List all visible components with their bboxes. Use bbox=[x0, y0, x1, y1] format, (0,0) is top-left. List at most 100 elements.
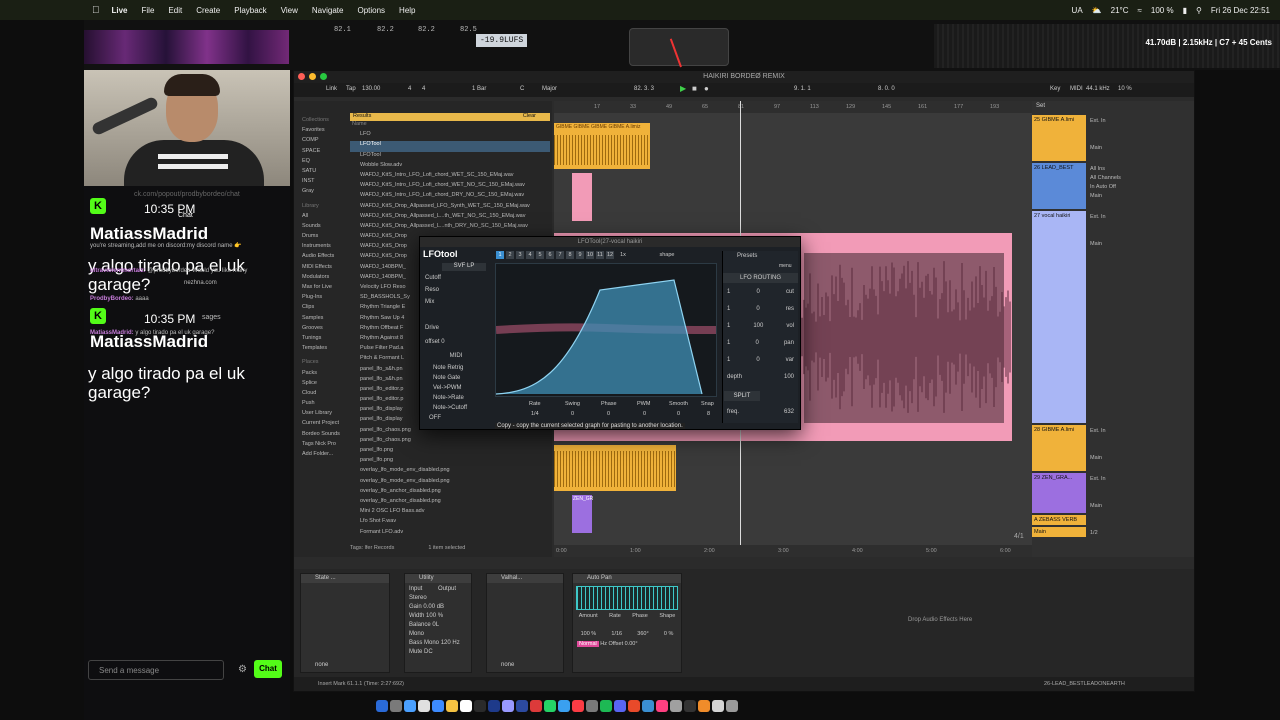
result-row[interactable]: Formant LFO.adv bbox=[350, 529, 550, 539]
appstore-icon[interactable] bbox=[432, 700, 444, 712]
track-output[interactable]: Main bbox=[1090, 144, 1106, 153]
loop-start-field[interactable]: 9. 1. 1 bbox=[794, 86, 811, 92]
browser-place-item[interactable]: Max for Live bbox=[294, 284, 348, 294]
graph-tab[interactable]: 12 bbox=[606, 251, 614, 259]
device-valhalla[interactable]: Valhal... none bbox=[486, 573, 564, 673]
notes-icon[interactable] bbox=[446, 700, 458, 712]
routing-value[interactable]: 0 bbox=[756, 289, 759, 295]
play-icon[interactable]: ▶ bbox=[680, 84, 686, 93]
browser-place-item[interactable]: Packs bbox=[294, 370, 348, 380]
menu-edit[interactable]: Edit bbox=[168, 6, 182, 15]
result-row[interactable]: Mini 2 OSC LFO Bass.adv bbox=[350, 508, 550, 518]
split-button[interactable]: SPLIT bbox=[724, 391, 760, 401]
calendar-icon[interactable] bbox=[460, 700, 472, 712]
track-output[interactable]: Main bbox=[1090, 502, 1106, 511]
settings-icon[interactable] bbox=[586, 700, 598, 712]
depth-value[interactable]: 100 bbox=[784, 374, 794, 380]
record-icon[interactable]: ● bbox=[704, 84, 709, 93]
track-input[interactable]: Ext. In bbox=[1090, 427, 1106, 436]
autopan-hz[interactable]: Hz bbox=[600, 641, 607, 647]
rate-knob[interactable]: Rate bbox=[529, 401, 541, 407]
result-row[interactable]: overlay_lfo_mode_env_disabled.png bbox=[350, 478, 550, 488]
chat-input[interactable]: Send a message bbox=[88, 660, 224, 680]
browser-place-item[interactable]: Drums bbox=[294, 233, 348, 243]
sig-den[interactable]: 4 bbox=[422, 86, 425, 92]
track-name[interactable]: 26 LEAD_BEST bbox=[1032, 163, 1086, 209]
phase-knob[interactable]: Phase bbox=[601, 401, 617, 407]
name-column-header[interactable]: Name bbox=[350, 121, 550, 131]
monitor-off[interactable]: Off bbox=[1109, 184, 1116, 190]
return-track[interactable]: A ZEBASS VERB bbox=[1032, 515, 1194, 525]
graph-tab[interactable]: 2 bbox=[506, 251, 514, 259]
track-name[interactable]: 25 GIBME A.limi bbox=[1032, 115, 1086, 161]
midi-opt-note-gate[interactable]: Note Gate bbox=[423, 375, 487, 385]
spotify-icon[interactable] bbox=[600, 700, 612, 712]
plugin-titlebar[interactable]: LFOTool(27-vocal haikiri bbox=[420, 237, 800, 247]
tap-button[interactable]: Tap bbox=[346, 86, 356, 92]
menu-file[interactable]: File bbox=[142, 6, 155, 15]
device-title[interactable]: Utility bbox=[405, 574, 471, 583]
result-row[interactable]: panel_lfo.png bbox=[350, 447, 550, 457]
autopan-shape-value[interactable]: 0 % bbox=[664, 631, 673, 637]
graph-tab[interactable]: 5 bbox=[536, 251, 544, 259]
key-select[interactable]: C bbox=[520, 86, 524, 92]
battery-icon[interactable]: ▮ bbox=[1183, 6, 1187, 15]
gear-icon[interactable]: ⚙ bbox=[238, 664, 247, 675]
graph-tab[interactable]: 9 bbox=[576, 251, 584, 259]
obs-icon[interactable] bbox=[684, 700, 696, 712]
depth-row[interactable]: depth 100 bbox=[723, 368, 798, 385]
browser-place-item[interactable]: COMP bbox=[294, 137, 348, 147]
clock[interactable]: Fri 26 Dec 22:51 bbox=[1211, 6, 1270, 15]
result-row[interactable]: panel_lfo_chaos.png bbox=[350, 437, 550, 447]
presets-button[interactable]: Presets bbox=[737, 253, 757, 259]
result-row[interactable]: WAFDJ_KitS_Drop_Allpassed_L...th_WET_NO_… bbox=[350, 213, 550, 223]
graph-tab[interactable]: 8 bbox=[566, 251, 574, 259]
track-26[interactable]: 26 LEAD_BEST All Ins All Channels In Auto … bbox=[1032, 163, 1194, 209]
browser-place-item[interactable]: SPACE bbox=[294, 148, 348, 158]
graph-tab[interactable]: 11 bbox=[596, 251, 604, 259]
graph-tab[interactable]: 10 bbox=[586, 251, 594, 259]
media-encoder-icon[interactable] bbox=[516, 700, 528, 712]
browser-place-item[interactable]: Collections bbox=[294, 117, 348, 127]
browser-place-item[interactable]: Cloud bbox=[294, 390, 348, 400]
browser-place-item[interactable]: Sounds bbox=[294, 223, 348, 233]
scale-select[interactable]: Major bbox=[542, 86, 557, 92]
autopan-offset-value[interactable]: 0.00° bbox=[625, 641, 638, 647]
preview-icon[interactable] bbox=[670, 700, 682, 712]
utility-mono-toggle[interactable]: Mono bbox=[409, 630, 467, 639]
routing-channel[interactable]: 1 bbox=[727, 340, 730, 346]
downloads-icon[interactable] bbox=[712, 700, 724, 712]
device-select[interactable]: none bbox=[501, 662, 514, 668]
lfotool-plugin-window[interactable]: LFOTool(27-vocal haikiri LFOtool SVF LP … bbox=[419, 236, 801, 430]
lang-indicator[interactable]: UA bbox=[1072, 6, 1083, 15]
autopan-mode[interactable]: Normal bbox=[577, 641, 599, 647]
track-name[interactable]: 28 GIBME A.limi bbox=[1032, 425, 1086, 471]
premiere-icon[interactable] bbox=[502, 700, 514, 712]
track-name[interactable]: 27 vocal haikiri bbox=[1032, 211, 1086, 423]
track-output[interactable]: Main bbox=[1090, 240, 1106, 249]
menu-button[interactable]: menu bbox=[779, 263, 792, 269]
sig-num[interactable]: 4 bbox=[408, 86, 411, 92]
browser-place-item[interactable]: Places bbox=[294, 359, 348, 369]
finder-icon[interactable] bbox=[376, 700, 388, 712]
chat-send-button[interactable]: Chat bbox=[254, 660, 282, 678]
device-title[interactable]: State ... bbox=[301, 574, 389, 583]
swing-knob[interactable]: Swing bbox=[565, 401, 580, 407]
pdf-icon[interactable] bbox=[530, 700, 542, 712]
result-row[interactable]: WAFDJ_KitS_Drop_Allpassed_L...nth_DRY_NO… bbox=[350, 223, 550, 233]
midi-map-button[interactable]: MIDI bbox=[1070, 86, 1083, 92]
routing-value[interactable]: 100 bbox=[753, 323, 763, 329]
result-row[interactable]: overlay_lfo_anchor_disabled.png bbox=[350, 488, 550, 498]
tempo-field[interactable]: 130.00 bbox=[362, 86, 380, 92]
stop-icon[interactable]: ■ bbox=[692, 84, 697, 93]
result-row[interactable]: LFO bbox=[350, 131, 550, 141]
track-input[interactable]: Ext. In bbox=[1090, 117, 1106, 126]
result-row[interactable]: WAFDJ_KitS_Intro_LFO_Lofi_chord_WET_SC_1… bbox=[350, 172, 550, 182]
position-field[interactable]: 82. 3. 3 bbox=[634, 86, 654, 92]
audio-clip[interactable]: GIBME GIBME GIBME GIBME A.limiz bbox=[554, 123, 650, 169]
audio-clip[interactable] bbox=[554, 445, 676, 491]
track-name[interactable]: 29 ZEN_GRA... bbox=[1032, 473, 1086, 513]
result-row[interactable]: overlay_lfo_anchor_disabled.png bbox=[350, 498, 550, 508]
result-row[interactable]: LFOTool bbox=[350, 152, 550, 162]
browser-place-item[interactable]: Samples bbox=[294, 315, 348, 325]
